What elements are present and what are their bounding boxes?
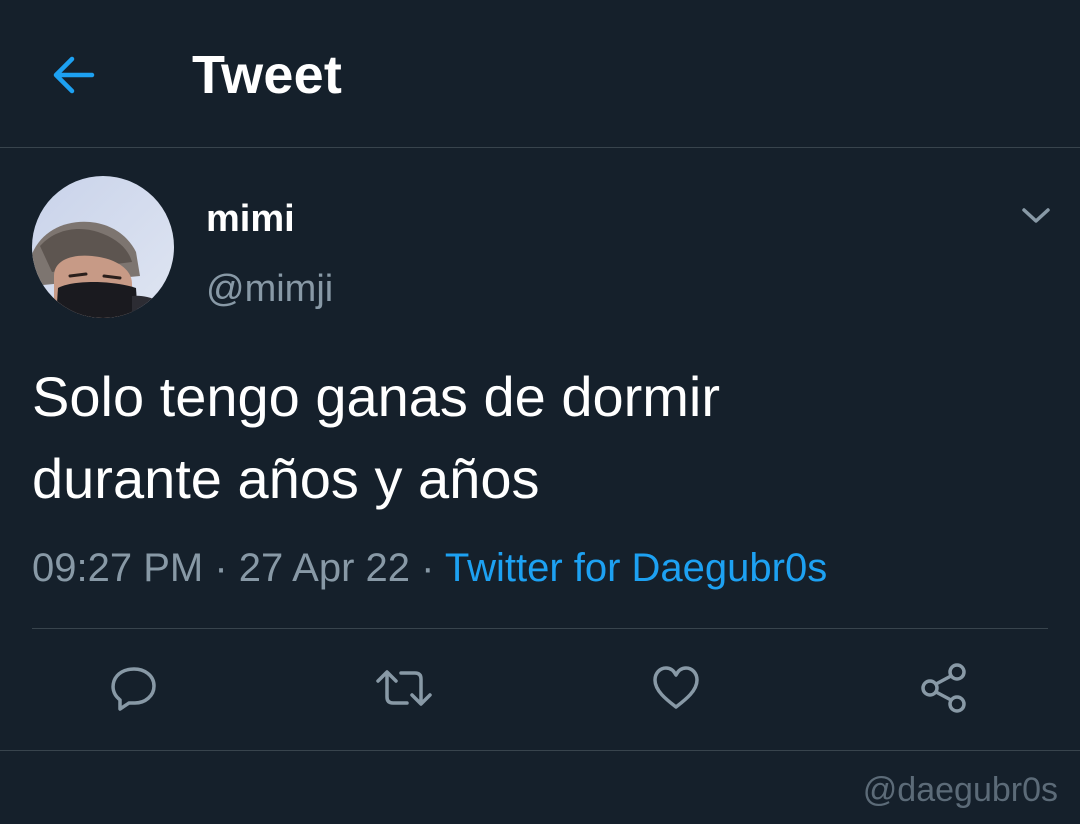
reply-button[interactable] xyxy=(102,656,166,720)
meta-separator: · xyxy=(203,546,239,590)
tweet-detail-screen: Tweet mimi @mimji Solo tengo ganas de do… xyxy=(0,0,1080,824)
share-icon xyxy=(921,663,966,713)
chevron-down-icon xyxy=(1022,208,1050,223)
action-bar xyxy=(0,656,1080,720)
avatar[interactable] xyxy=(32,176,174,318)
tweet-text-line-1: Solo tengo ganas de dormir xyxy=(32,365,720,428)
arrow-left-icon xyxy=(53,56,95,94)
author-handle[interactable]: @mimji xyxy=(206,266,333,312)
divider xyxy=(0,750,1080,751)
tweet-date: 27 Apr 22 xyxy=(238,546,411,590)
tweet-menu-button[interactable] xyxy=(1012,196,1060,236)
tweet-source-link[interactable]: Twitter for Daegubr0s xyxy=(445,546,827,590)
like-button[interactable] xyxy=(644,656,708,720)
author-display-name[interactable]: mimi xyxy=(206,196,295,242)
watermark: @daegubr0s xyxy=(862,771,1058,809)
back-button[interactable] xyxy=(46,50,100,100)
heart-icon xyxy=(653,666,699,709)
avatar-image xyxy=(32,176,174,318)
meta-separator: · xyxy=(410,546,445,590)
top-bar: Tweet xyxy=(0,0,1080,148)
divider xyxy=(32,628,1048,629)
reply-icon xyxy=(111,667,156,711)
retweet-icon xyxy=(376,670,432,706)
share-button[interactable] xyxy=(912,656,976,720)
tweet-time: 09:27 PM xyxy=(32,546,204,590)
retweet-button[interactable] xyxy=(372,656,436,720)
tweet-text: Solo tengo ganas de dormir durante años … xyxy=(32,356,1042,520)
tweet-text-line-2: durante años y años xyxy=(32,447,540,510)
page-title: Tweet xyxy=(192,45,343,105)
tweet-meta: 09:27 PM · 27 Apr 22 · Twitter for Daegu… xyxy=(32,540,827,596)
